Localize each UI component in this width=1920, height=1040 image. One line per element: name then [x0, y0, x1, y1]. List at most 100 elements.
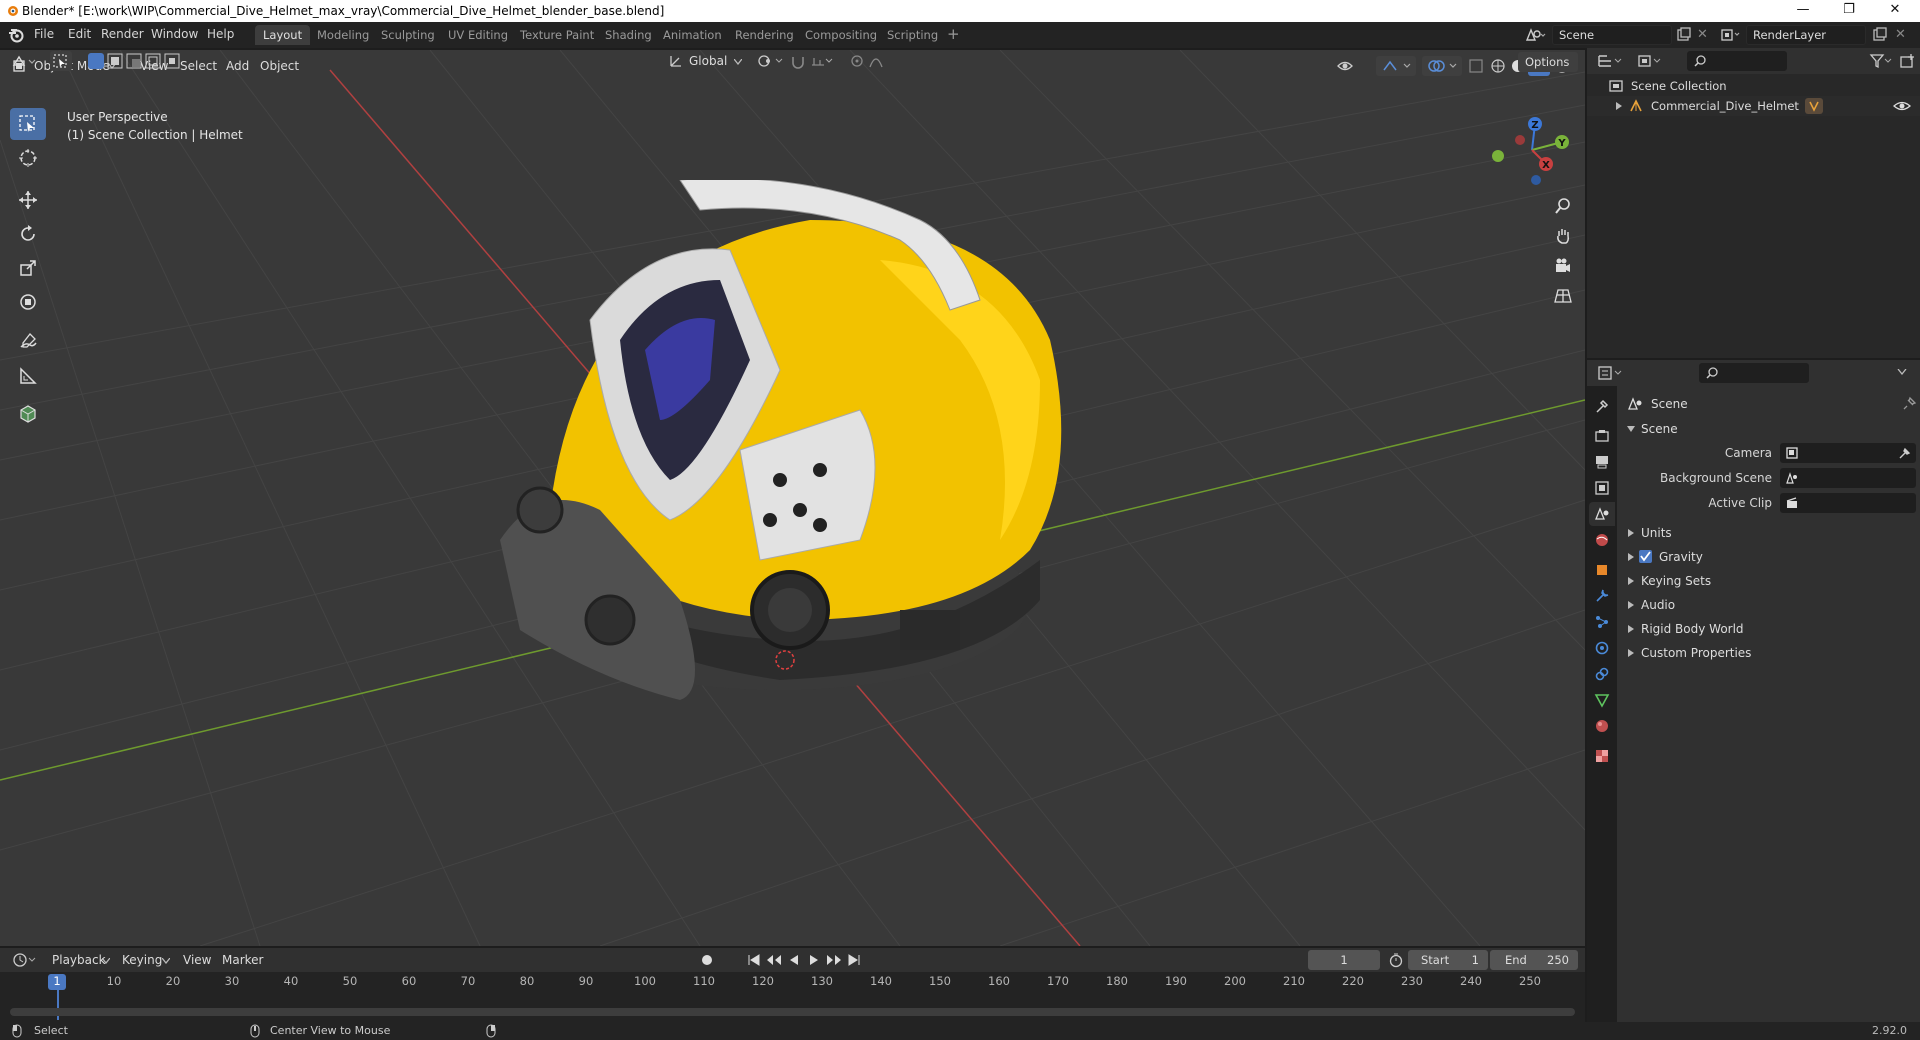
snap-icon[interactable] [790, 53, 834, 69]
close-button[interactable]: ✕ [1872, 0, 1918, 22]
outliner-editor-type-icon[interactable] [1597, 53, 1625, 69]
material-tab-icon[interactable] [1589, 714, 1615, 738]
scene-tab-icon[interactable] [1589, 502, 1615, 526]
jump-start-icon[interactable] [748, 954, 760, 966]
tab-shading[interactable]: Shading [597, 25, 660, 45]
transform-orientation-dropdown[interactable]: Global [689, 54, 727, 68]
pivot-point-icon[interactable] [756, 53, 786, 69]
keying-menu[interactable]: Keying [122, 953, 162, 967]
select-intersect-icon[interactable] [164, 53, 180, 69]
new-renderlayer-icon[interactable] [1872, 27, 1888, 43]
chevron-down-icon[interactable] [1897, 369, 1907, 375]
output-tab-icon[interactable] [1589, 450, 1615, 474]
navigation-gizmo[interactable]: Z Y X [1488, 114, 1578, 194]
current-frame-field[interactable]: 1 [1308, 950, 1380, 970]
play-icon[interactable] [808, 954, 820, 966]
tab-animation[interactable]: Animation [655, 25, 730, 45]
transform-tool[interactable] [10, 286, 46, 318]
outliner-row-helmet[interactable]: Commercial_Dive_Helmet [1587, 96, 1920, 116]
tab-texture-paint[interactable]: Texture Paint [512, 25, 602, 45]
marker-menu[interactable]: Marker [222, 953, 263, 967]
properties-editor-type-icon[interactable] [1597, 365, 1625, 381]
blender-menu-icon[interactable] [8, 27, 24, 43]
play-reverse-icon[interactable] [788, 954, 800, 966]
timeline-ruler[interactable]: 1 10 20 30 40 50 60 70 80 90 100 110 120 130 140 150 160… [0, 972, 1585, 1022]
units-panel[interactable]: Units [1617, 522, 1920, 544]
move-tool[interactable] [10, 184, 46, 216]
tab-sculpting[interactable]: Sculpting [373, 25, 443, 45]
new-collection-icon[interactable] [1899, 53, 1915, 69]
camera-view-icon[interactable] [1548, 252, 1578, 280]
scene-panel-header[interactable]: Scene [1617, 418, 1920, 440]
scale-tool[interactable] [10, 252, 46, 284]
cursor-tool[interactable] [10, 142, 46, 174]
renderlayer-name-field[interactable]: RenderLayer [1746, 25, 1866, 45]
renderlayer-icon[interactable] [1720, 27, 1742, 43]
zoom-icon[interactable] [1548, 192, 1578, 220]
add-cube-tool[interactable] [10, 398, 46, 430]
menu-edit[interactable]: Edit [68, 27, 91, 41]
expand-arrow-icon[interactable] [1615, 101, 1623, 111]
end-frame-field[interactable]: End 250 [1490, 950, 1578, 970]
select-new-icon[interactable] [88, 53, 104, 69]
display-mode-icon[interactable] [1637, 53, 1665, 69]
tool-tab-icon[interactable] [1589, 394, 1615, 418]
physics-tab-icon[interactable] [1589, 636, 1615, 660]
start-frame-field[interactable]: Start 1 [1408, 950, 1488, 970]
perspective-toggle-icon[interactable] [1548, 282, 1578, 310]
delete-scene-icon[interactable]: ✕ [1697, 27, 1708, 42]
select-mode-icon[interactable] [50, 51, 72, 71]
timeline-view-menu[interactable]: View [183, 953, 211, 967]
jump-end-icon[interactable] [848, 954, 860, 966]
constraints-tab-icon[interactable] [1589, 662, 1615, 686]
tab-scripting[interactable]: Scripting [879, 25, 946, 45]
maximize-button[interactable]: ❐ [1826, 0, 1872, 22]
select-box-tool[interactable] [10, 108, 46, 140]
active-clip-field[interactable] [1780, 493, 1916, 513]
measure-tool[interactable] [10, 360, 46, 392]
filter-icon[interactable] [1869, 53, 1893, 69]
editor-type-icon[interactable] [12, 53, 38, 69]
add-workspace-button[interactable]: + [947, 25, 960, 43]
eyedropper-icon[interactable] [1899, 447, 1911, 459]
scene-name-field[interactable]: Scene [1552, 25, 1672, 45]
gravity-panel[interactable]: Gravity [1617, 546, 1920, 568]
menu-render[interactable]: Render [101, 27, 144, 41]
world-tab-icon[interactable] [1589, 528, 1615, 552]
jump-keyframe-forward-icon[interactable] [826, 954, 842, 966]
rotate-tool[interactable] [10, 218, 46, 250]
view-layer-tab-icon[interactable] [1589, 476, 1615, 500]
outliner-search-input[interactable] [1687, 51, 1787, 71]
select-invert-icon[interactable] [145, 53, 161, 69]
menu-window[interactable]: Window [151, 27, 198, 41]
viewport-3d[interactable]: Object Mode View Select Add Object User … [0, 50, 1585, 946]
pin-icon[interactable] [1903, 396, 1917, 410]
proportional-edit-icon[interactable] [850, 53, 894, 69]
modifier-tab-icon[interactable] [1589, 584, 1615, 608]
delete-renderlayer-icon[interactable]: ✕ [1895, 27, 1906, 42]
timeline-scrollbar[interactable] [10, 1008, 1575, 1016]
tab-layout[interactable]: Layout [255, 25, 311, 45]
clock-editor-icon[interactable] [12, 952, 38, 968]
scene-icon[interactable] [1524, 26, 1546, 44]
tab-rendering[interactable]: Rendering [727, 25, 802, 45]
menu-help[interactable]: Help [207, 27, 234, 41]
eye-visibility-icon[interactable] [1893, 98, 1911, 114]
camera-field[interactable] [1780, 443, 1916, 463]
render-tab-icon[interactable] [1589, 424, 1615, 448]
helmet-model[interactable] [480, 180, 1100, 760]
annotate-tool[interactable] [10, 326, 46, 358]
background-scene-field[interactable] [1780, 468, 1916, 488]
pan-hand-icon[interactable] [1548, 222, 1578, 250]
playback-menu[interactable]: Playback [52, 953, 106, 967]
rigid-body-world-panel[interactable]: Rigid Body World [1617, 618, 1920, 640]
tab-compositing[interactable]: Compositing [797, 25, 885, 45]
particles-tab-icon[interactable] [1589, 610, 1615, 634]
gravity-checkbox[interactable] [1639, 550, 1652, 563]
texture-tab-icon[interactable] [1589, 744, 1615, 768]
minimize-button[interactable]: — [1780, 0, 1826, 22]
new-scene-icon[interactable] [1676, 27, 1692, 43]
tab-modeling[interactable]: Modeling [309, 25, 377, 45]
object-tab-icon[interactable] [1589, 558, 1615, 582]
select-extend-icon[interactable] [107, 53, 123, 69]
